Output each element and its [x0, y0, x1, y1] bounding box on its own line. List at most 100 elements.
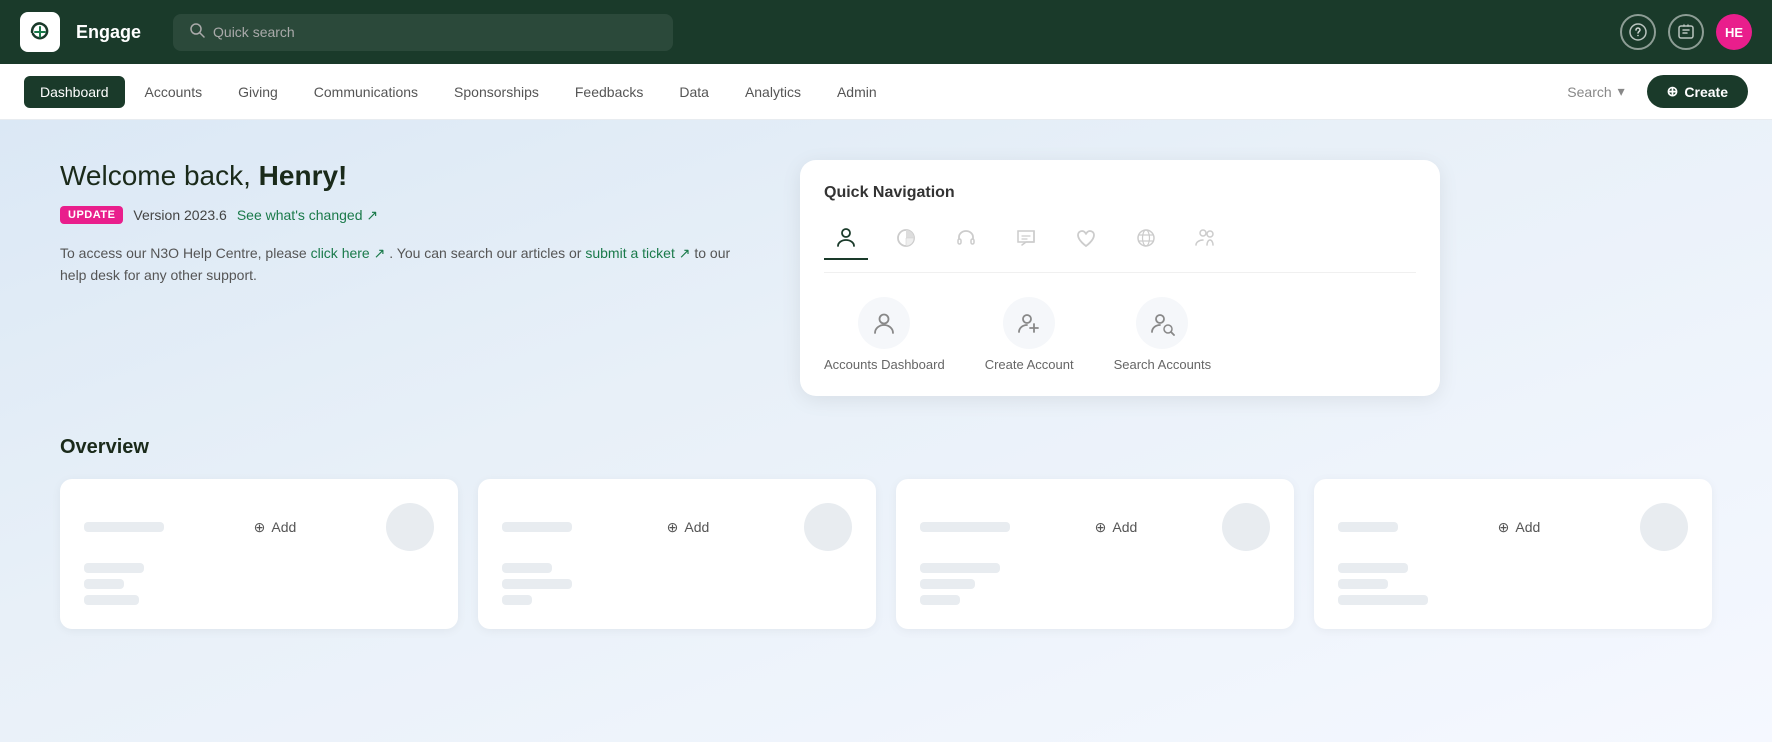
create-label: Create — [1684, 84, 1728, 100]
skeleton-line — [84, 563, 144, 573]
qn-tab-support[interactable] — [944, 218, 988, 260]
create-account-action[interactable]: Create Account — [985, 297, 1074, 372]
create-account-icon — [1003, 297, 1055, 349]
external-link-icon-2: ↗ — [374, 245, 386, 261]
nav-item-accounts[interactable]: Accounts — [129, 76, 219, 108]
card-add-button-2[interactable]: ⊕ Add — [667, 519, 710, 536]
card-bottom-1 — [84, 563, 434, 605]
help-text: To access our N3O Help Centre, please cl… — [60, 242, 760, 287]
qn-tab-giving[interactable] — [884, 218, 928, 260]
topbar-actions: HE — [1620, 14, 1752, 50]
overview-section: Overview ⊕ Add — [60, 436, 1712, 629]
overview-cards: ⊕ Add ⊕ — [60, 479, 1712, 629]
card-add-button-1[interactable]: ⊕ Add — [254, 519, 297, 536]
skeleton-line — [920, 522, 1010, 532]
topbar: Engage Quick search HE — [0, 0, 1772, 64]
accounts-dashboard-action[interactable]: Accounts Dashboard — [824, 297, 945, 372]
qn-tab-communications[interactable] — [1004, 218, 1048, 260]
changelog-link[interactable]: See what's changed ↗ — [237, 207, 378, 224]
card-top-2: ⊕ Add — [502, 503, 852, 551]
nav-items: Dashboard Accounts Giving Communications… — [24, 76, 1557, 108]
create-account-label: Create Account — [985, 357, 1074, 372]
skeleton-line — [84, 522, 164, 532]
update-badge: UPDATE — [60, 206, 123, 224]
overview-card-1: ⊕ Add — [60, 479, 458, 629]
nav-item-analytics[interactable]: Analytics — [729, 76, 817, 108]
version-text: Version 2023.6 — [133, 207, 226, 223]
skeleton-line — [920, 579, 975, 589]
search-icon — [189, 22, 205, 43]
navbar: Dashboard Accounts Giving Communications… — [0, 64, 1772, 120]
card-top-1: ⊕ Add — [84, 503, 434, 551]
skeleton-line — [502, 563, 552, 573]
qn-tab-admin[interactable] — [1184, 218, 1228, 260]
accounts-dashboard-label: Accounts Dashboard — [824, 357, 945, 372]
main-content: Welcome back, Henry! UPDATE Version 2023… — [0, 120, 1772, 742]
plus-circle-icon-3: ⊕ — [1095, 519, 1107, 536]
quick-search-placeholder: Quick search — [213, 24, 295, 40]
user-avatar[interactable]: HE — [1716, 14, 1752, 50]
search-accounts-icon — [1136, 297, 1188, 349]
card-add-button-3[interactable]: ⊕ Add — [1095, 519, 1138, 536]
accounts-dashboard-icon — [858, 297, 910, 349]
quick-nav-actions: Accounts Dashboard Create Account Search… — [824, 297, 1416, 372]
add-label-2: Add — [684, 519, 709, 535]
card-skeleton-2 — [502, 522, 572, 532]
card-top-3: ⊕ Add — [920, 503, 1270, 551]
chart-pie-icon — [892, 224, 920, 252]
card-skeleton-3 — [920, 522, 1010, 532]
update-row: UPDATE Version 2023.6 See what's changed… — [60, 206, 760, 224]
add-label-3: Add — [1112, 519, 1137, 535]
app-logo[interactable] — [20, 12, 60, 52]
quick-nav-title: Quick Navigation — [824, 184, 1416, 202]
qn-tab-data[interactable] — [1124, 218, 1168, 260]
qn-tab-accounts[interactable] — [824, 218, 868, 260]
skeleton-circle-2 — [804, 503, 852, 551]
help-text-1: To access our N3O Help Centre, please — [60, 245, 307, 261]
skeleton-line — [84, 595, 139, 605]
create-plus-icon: ⊕ — [1667, 83, 1679, 100]
quick-nav-tabs — [824, 218, 1416, 273]
nav-search-button[interactable]: Search ▾ — [1557, 77, 1634, 106]
card-top-4: ⊕ Add — [1338, 503, 1688, 551]
external-link-icon-3: ↗ — [679, 245, 691, 261]
card-bottom-2 — [502, 563, 852, 605]
nav-item-data[interactable]: Data — [663, 76, 725, 108]
nav-item-dashboard[interactable]: Dashboard — [24, 76, 125, 108]
nav-item-feedbacks[interactable]: Feedbacks — [559, 76, 659, 108]
create-button[interactable]: ⊕ Create — [1647, 75, 1748, 108]
nav-item-communications[interactable]: Communications — [298, 76, 434, 108]
welcome-title: Welcome back, Henry! — [60, 160, 760, 192]
search-accounts-action[interactable]: Search Accounts — [1114, 297, 1212, 372]
help-text-2: . You can search our articles or — [389, 245, 581, 261]
card-skeleton-4 — [1338, 522, 1398, 532]
skeleton-line — [502, 595, 532, 605]
help-centre-link[interactable]: click here ↗ — [311, 245, 390, 261]
skeleton-circle-3 — [1222, 503, 1270, 551]
nav-item-giving[interactable]: Giving — [222, 76, 294, 108]
people-icon — [1192, 224, 1220, 252]
plus-circle-icon: ⊕ — [254, 519, 266, 536]
qn-tab-sponsorships[interactable] — [1064, 218, 1108, 260]
nav-item-sponsorships[interactable]: Sponsorships — [438, 76, 555, 108]
chevron-down-icon: ▾ — [1618, 83, 1625, 100]
welcome-left: Welcome back, Henry! UPDATE Version 2023… — [60, 160, 760, 287]
quick-search-bar[interactable]: Quick search — [173, 14, 673, 51]
nav-item-admin[interactable]: Admin — [821, 76, 893, 108]
app-name: Engage — [76, 22, 141, 43]
notifications-button[interactable] — [1668, 14, 1704, 50]
overview-card-3: ⊕ Add — [896, 479, 1294, 629]
overview-title: Overview — [60, 436, 1712, 459]
card-add-button-4[interactable]: ⊕ Add — [1498, 519, 1541, 536]
welcome-greeting: Welcome back, — [60, 160, 251, 191]
search-accounts-label: Search Accounts — [1114, 357, 1212, 372]
skeleton-line — [1338, 563, 1408, 573]
quick-nav-panel: Quick Navigation — [800, 160, 1440, 396]
add-label-1: Add — [271, 519, 296, 535]
welcome-name: Henry! — [259, 160, 348, 191]
card-bottom-3 — [920, 563, 1270, 605]
help-button[interactable] — [1620, 14, 1656, 50]
skeleton-line — [920, 563, 1000, 573]
headset-icon — [952, 224, 980, 252]
submit-ticket-link[interactable]: submit a ticket ↗ — [585, 245, 694, 261]
